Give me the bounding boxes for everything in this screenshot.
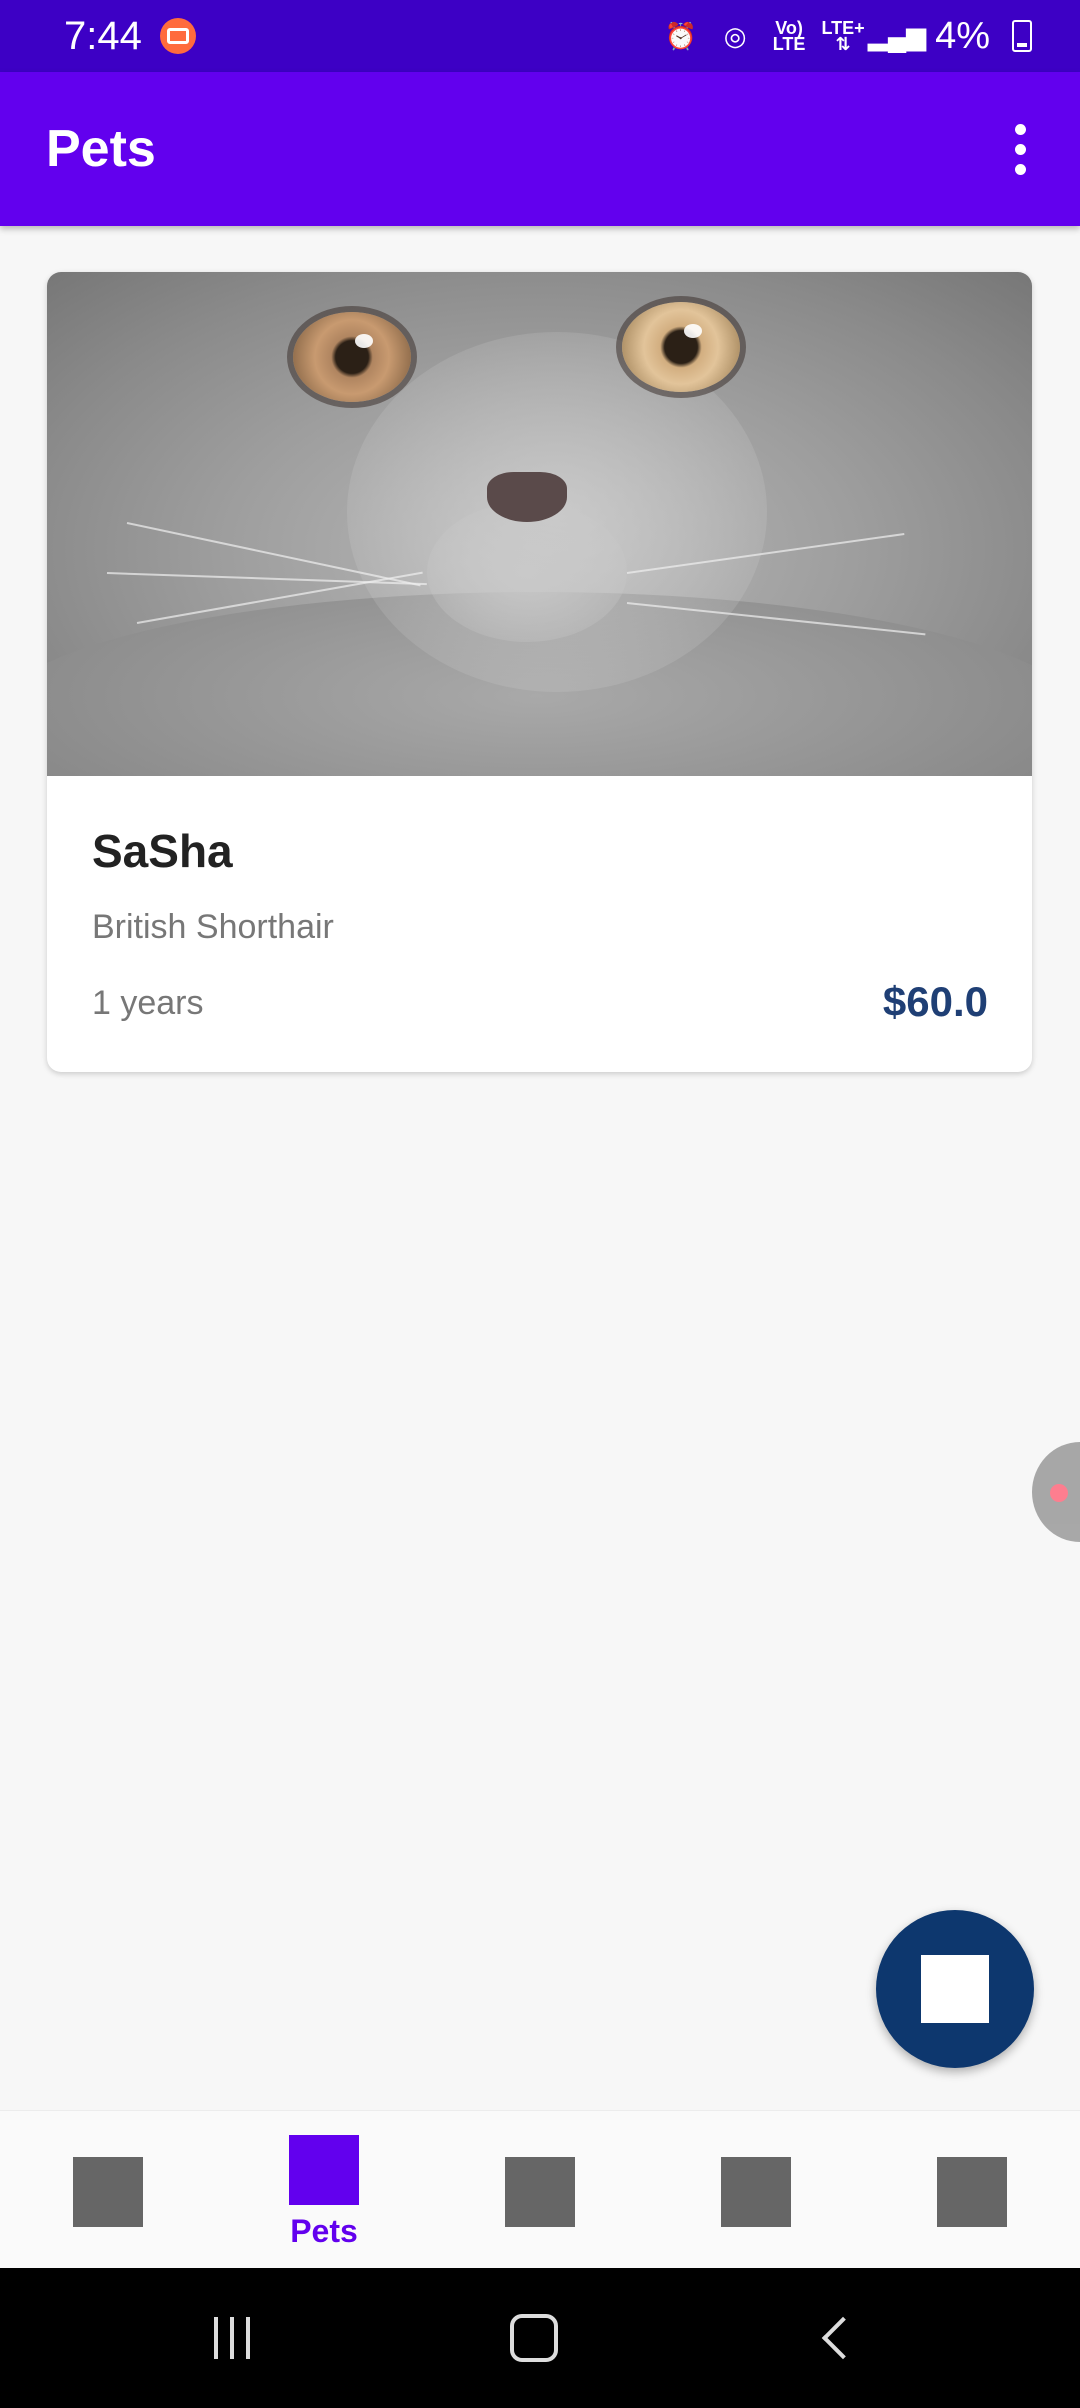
pet-breed: British Shorthair bbox=[92, 908, 334, 946]
nav-item-pets-label: Pets bbox=[290, 2213, 358, 2249]
system-navigation-bar bbox=[0, 2268, 1080, 2408]
app-bar: Pets bbox=[0, 72, 1080, 226]
floating-bubble[interactable] bbox=[1032, 1442, 1080, 1542]
status-bar: 7:44 ⏰ ◎ Vo) LTE LTE+ ⇅ ▂▄▆ 4% bbox=[0, 0, 1080, 72]
nav-item-4[interactable] bbox=[648, 2111, 864, 2269]
overflow-menu-icon[interactable] bbox=[1000, 109, 1040, 189]
back-icon bbox=[821, 2316, 865, 2360]
pet-name: SaSha bbox=[92, 825, 233, 877]
back-button[interactable] bbox=[736, 2268, 936, 2408]
nav-item-3-icon bbox=[505, 2157, 575, 2227]
pets-nav-icon bbox=[289, 2135, 359, 2205]
notification-app-icon bbox=[159, 18, 196, 54]
bottom-navigation: Pets bbox=[0, 2110, 1080, 2269]
cat-eye-right bbox=[622, 302, 740, 392]
placeholder-square-icon bbox=[921, 1955, 989, 2023]
status-time: 7:44 bbox=[64, 13, 142, 58]
nav-item-4-icon bbox=[721, 2157, 791, 2227]
home-icon bbox=[510, 2314, 558, 2362]
cat-nose bbox=[487, 472, 567, 522]
pet-photo bbox=[47, 272, 1032, 776]
status-icons: ⏰ ◎ Vo) LTE LTE+ ⇅ ▂▄▆ 4% bbox=[665, 15, 1032, 58]
home-button[interactable] bbox=[434, 2268, 634, 2408]
signal-icon: ▂▄▆ bbox=[867, 20, 927, 51]
pet-age: 1 years bbox=[92, 984, 204, 1022]
recents-icon bbox=[214, 2317, 250, 2359]
battery-percent: 4% bbox=[935, 14, 990, 57]
nav-item-5[interactable] bbox=[864, 2111, 1080, 2269]
recents-button[interactable] bbox=[132, 2268, 332, 2408]
nav-item-1-icon bbox=[73, 2157, 143, 2227]
nav-item-pets[interactable]: Pets bbox=[216, 2111, 432, 2269]
add-pet-button[interactable] bbox=[876, 1910, 1034, 2068]
volte-icon: Vo) LTE bbox=[772, 18, 806, 54]
nav-item-1[interactable] bbox=[0, 2111, 216, 2269]
page-title: Pets bbox=[46, 120, 156, 178]
pet-card[interactable]: SaSha British Shorthair 1 years $60.0 bbox=[47, 272, 1032, 1072]
alarm-icon: ⏰ bbox=[664, 20, 698, 51]
battery-icon bbox=[1012, 20, 1032, 52]
nav-item-5-icon bbox=[937, 2157, 1007, 2227]
pet-price: $60.0 bbox=[882, 978, 988, 1025]
nav-item-3[interactable] bbox=[432, 2111, 648, 2269]
hotspot-icon: ◎ bbox=[723, 20, 747, 51]
cat-eye-left bbox=[293, 312, 411, 402]
lte-data-icon: LTE+ ⇅ bbox=[821, 18, 865, 54]
